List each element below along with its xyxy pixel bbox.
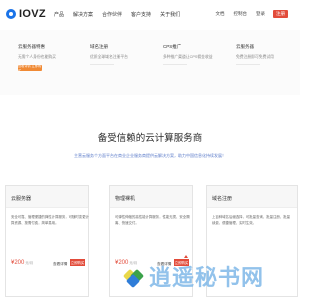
top-navigation-bar: IOVZ 产品 解决方案 合作伙伴 客户支持 关于我们 文档 控制台 登录 注册 [0, 0, 300, 30]
card-header: 域名注册 [207, 186, 297, 208]
promo-divider [236, 64, 260, 65]
nav-item-solutions[interactable]: 解决方案 [73, 11, 93, 18]
login-link[interactable]: 登录 [256, 11, 265, 17]
card-description: 可弹性伸缩的高性能计算服务，性能无损、安全隔离、快速交付。 [115, 215, 190, 225]
product-card-cloud-server: 云服务器 安全可靠、管理便捷的弹性计算服务，可随时变更计算资源、按需付费，简单易… [5, 185, 89, 297]
promo-desc: 多种推广渠道让CPS佣金收益 [163, 55, 213, 59]
promo-banner: 云服务器特惠 无需个人身份也能购买 查看详情 立即购买 域名注册 优质全球域名注… [0, 30, 300, 95]
card-title: 物理裸机 [115, 196, 136, 202]
promo-title: 云服务器特惠 [18, 44, 45, 49]
card-title: 域名注册 [212, 196, 233, 202]
promo-divider [90, 64, 114, 65]
view-details-link[interactable]: 查看详情 [53, 262, 67, 267]
logo-text: IOVZ [19, 8, 46, 20]
card-description: 安全可靠、管理便捷的弹性计算服务，可随时变更计算资源、按需付费，简单易用。 [11, 215, 89, 225]
promo-detail-button[interactable]: 查看详情 立即购买 [18, 64, 42, 73]
promo-cloud-trial[interactable]: 云服务器 免费注册即可免费试用 [236, 44, 288, 65]
nav-item-products[interactable]: 产品 [54, 11, 64, 18]
buy-now-button[interactable]: 立即购买 [70, 259, 85, 266]
card-description: 上百种域名后缀选择，可批量查询、批量注册、批量续费，便捷管理、实时生效。 [212, 215, 290, 225]
site-logo[interactable]: IOVZ [6, 8, 46, 20]
header-actions: 文档 控制台 登录 注册 [207, 10, 288, 18]
nav-item-about[interactable]: 关于我们 [160, 11, 180, 18]
price-unit: 元/月 [25, 261, 34, 265]
promo-title: 域名注册 [90, 44, 108, 49]
signup-button[interactable]: 注册 [273, 10, 288, 18]
promo-desc: 免费注册即可免费试用 [236, 55, 274, 59]
section-subtitle: 主营云服务个方面平台在商业企业服务商提供云解决方案，助力中国信息化持续发展！ [74, 153, 226, 158]
console-link[interactable]: 控制台 [234, 11, 248, 17]
watermark: 逍遥秘书网 [122, 260, 265, 292]
section-title: 备受信赖的云计算服务商 [97, 133, 203, 144]
card-header: 物理裸机 [110, 186, 192, 208]
docs-link[interactable]: 文档 [216, 11, 225, 17]
watermark-text: 逍遥秘书网 [149, 265, 265, 290]
card-header: 云服务器 [6, 186, 88, 208]
promo-desc: 优质全球域名注册平台 [90, 55, 128, 59]
watermark-logo-icon [122, 266, 145, 289]
promo-cps[interactable]: CPS推广 多种推广渠道让CPS佣金收益 [163, 44, 215, 65]
card-price: ¥200 元/月 [11, 260, 33, 266]
arrow-up-icon [184, 255, 188, 258]
promo-title: 云服务器 [236, 44, 254, 49]
logo-icon [6, 9, 16, 19]
promo-domain[interactable]: 域名注册 优质全球域名注册平台 [90, 44, 142, 65]
nav-item-support[interactable]: 客户支持 [131, 11, 151, 18]
promo-title: CPS推广 [163, 44, 182, 49]
card-title: 云服务器 [11, 196, 32, 202]
nav-item-partners[interactable]: 合作伙伴 [102, 11, 122, 18]
promo-cloud-server-offer[interactable]: 云服务器特惠 无需个人身份也能购买 查看详情 立即购买 [18, 44, 70, 73]
promo-desc: 无需个人身份也能购买 [18, 55, 56, 59]
price-value: ¥200 [11, 260, 25, 266]
promo-divider [163, 64, 187, 65]
main-nav: 产品 解决方案 合作伙伴 客户支持 关于我们 [54, 11, 189, 18]
